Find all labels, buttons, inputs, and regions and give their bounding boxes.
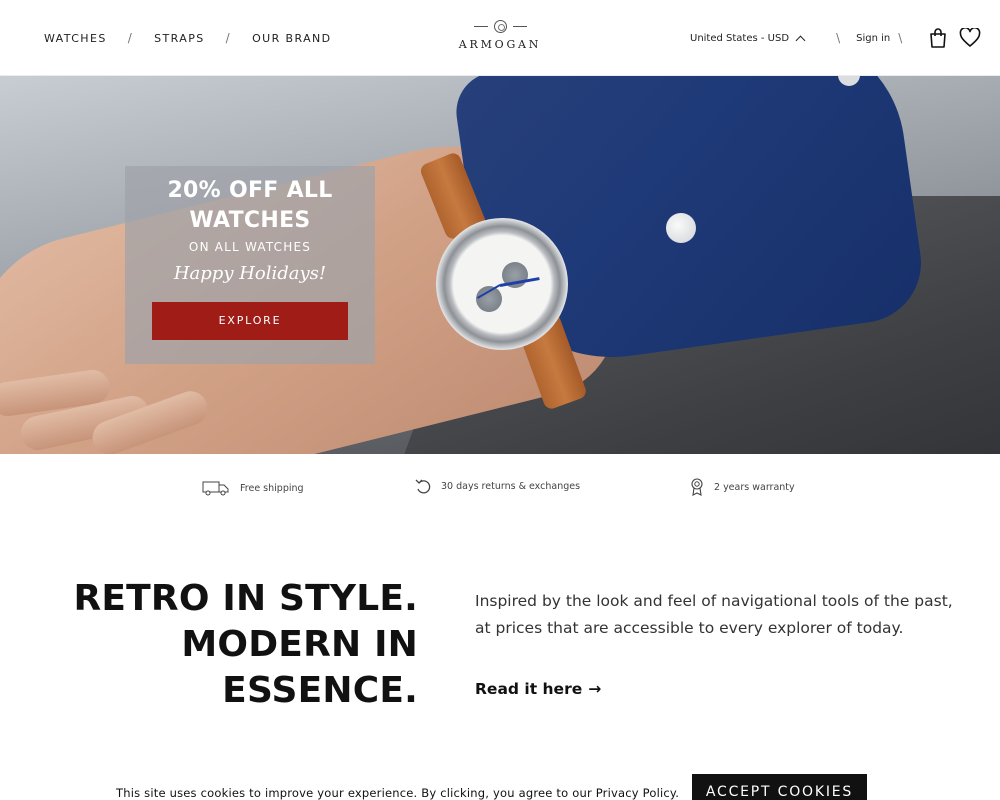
- award-ribbon-icon: [691, 478, 703, 496]
- feature-label: 30 days returns & exchanges: [441, 480, 581, 492]
- feature-label: Free shipping: [240, 482, 304, 494]
- nav-straps[interactable]: STRAPS: [154, 32, 204, 45]
- accept-cookies-button[interactable]: ACCEPT COOKIES: [692, 774, 867, 800]
- promo-script-text: Happy Holidays!: [173, 263, 327, 284]
- hero-banner: 20% OFF ALL WATCHES ON ALL WATCHES Happy…: [0, 76, 1000, 454]
- feature-returns: 30 days returns & exchanges: [415, 477, 580, 495]
- arrow-right-icon: →: [588, 680, 602, 698]
- nav-our-brand[interactable]: OUR BRAND: [252, 32, 331, 45]
- currency-label: United States - USD: [690, 32, 790, 44]
- currency-selector[interactable]: United States - USD: [690, 32, 806, 45]
- feature-warranty: 2 years warranty: [690, 478, 795, 496]
- features-strip: Free shipping 30 days returns & exchange…: [0, 454, 1000, 518]
- return-arrow-icon: [415, 479, 431, 494]
- main-nav: WATCHES / STRAPS / OUR BRAND: [44, 31, 332, 45]
- header-utilities: United States - USD \ Sign in \: [690, 28, 902, 48]
- brand-logo[interactable]: ARMOGAN: [452, 17, 548, 53]
- nav-separator: /: [225, 31, 232, 45]
- promo-title-line1: 20% OFF ALL: [167, 178, 333, 203]
- chevron-up-icon: [795, 35, 806, 45]
- story-description: Inspired by the look and feel of navigat…: [475, 592, 953, 637]
- site-header: WATCHES / STRAPS / OUR BRAND ARMOGAN Uni…: [0, 0, 1000, 76]
- heart-icon[interactable]: [959, 26, 981, 48]
- promo-title: 20% OFF ALL WATCHES: [125, 176, 375, 236]
- nav-separator: /: [127, 31, 134, 45]
- promo-card: 20% OFF ALL WATCHES ON ALL WATCHES Happy…: [125, 166, 375, 364]
- read-it-here-link[interactable]: Read it here →: [475, 680, 601, 698]
- truck-icon: [202, 481, 229, 496]
- headline-line3: ESSENCE.: [222, 670, 418, 711]
- promo-title-line2: WATCHES: [189, 208, 311, 233]
- logo-compass-icon: [452, 17, 548, 35]
- headline-line1: RETRO IN STYLE.: [73, 578, 418, 619]
- utility-separator: \: [898, 31, 903, 45]
- cookie-message: This site uses cookies to improve your e…: [116, 786, 680, 800]
- story-headline: RETRO IN STYLE. MODERN IN ESSENCE.: [40, 576, 418, 714]
- promo-subtitle: ON ALL WATCHES: [188, 240, 312, 254]
- feature-free-shipping: Free shipping: [202, 480, 304, 496]
- explore-button[interactable]: EXPLORE: [152, 302, 348, 340]
- logo-text: ARMOGAN: [458, 38, 542, 51]
- headline-line2: MODERN IN: [181, 624, 418, 665]
- feature-label: 2 years warranty: [714, 481, 795, 493]
- read-link-label: Read it here: [475, 680, 583, 698]
- nav-watches[interactable]: WATCHES: [44, 32, 107, 45]
- bag-icon[interactable]: [929, 28, 947, 48]
- utility-separator: \: [836, 31, 841, 45]
- sign-in-link[interactable]: Sign in: [856, 33, 890, 44]
